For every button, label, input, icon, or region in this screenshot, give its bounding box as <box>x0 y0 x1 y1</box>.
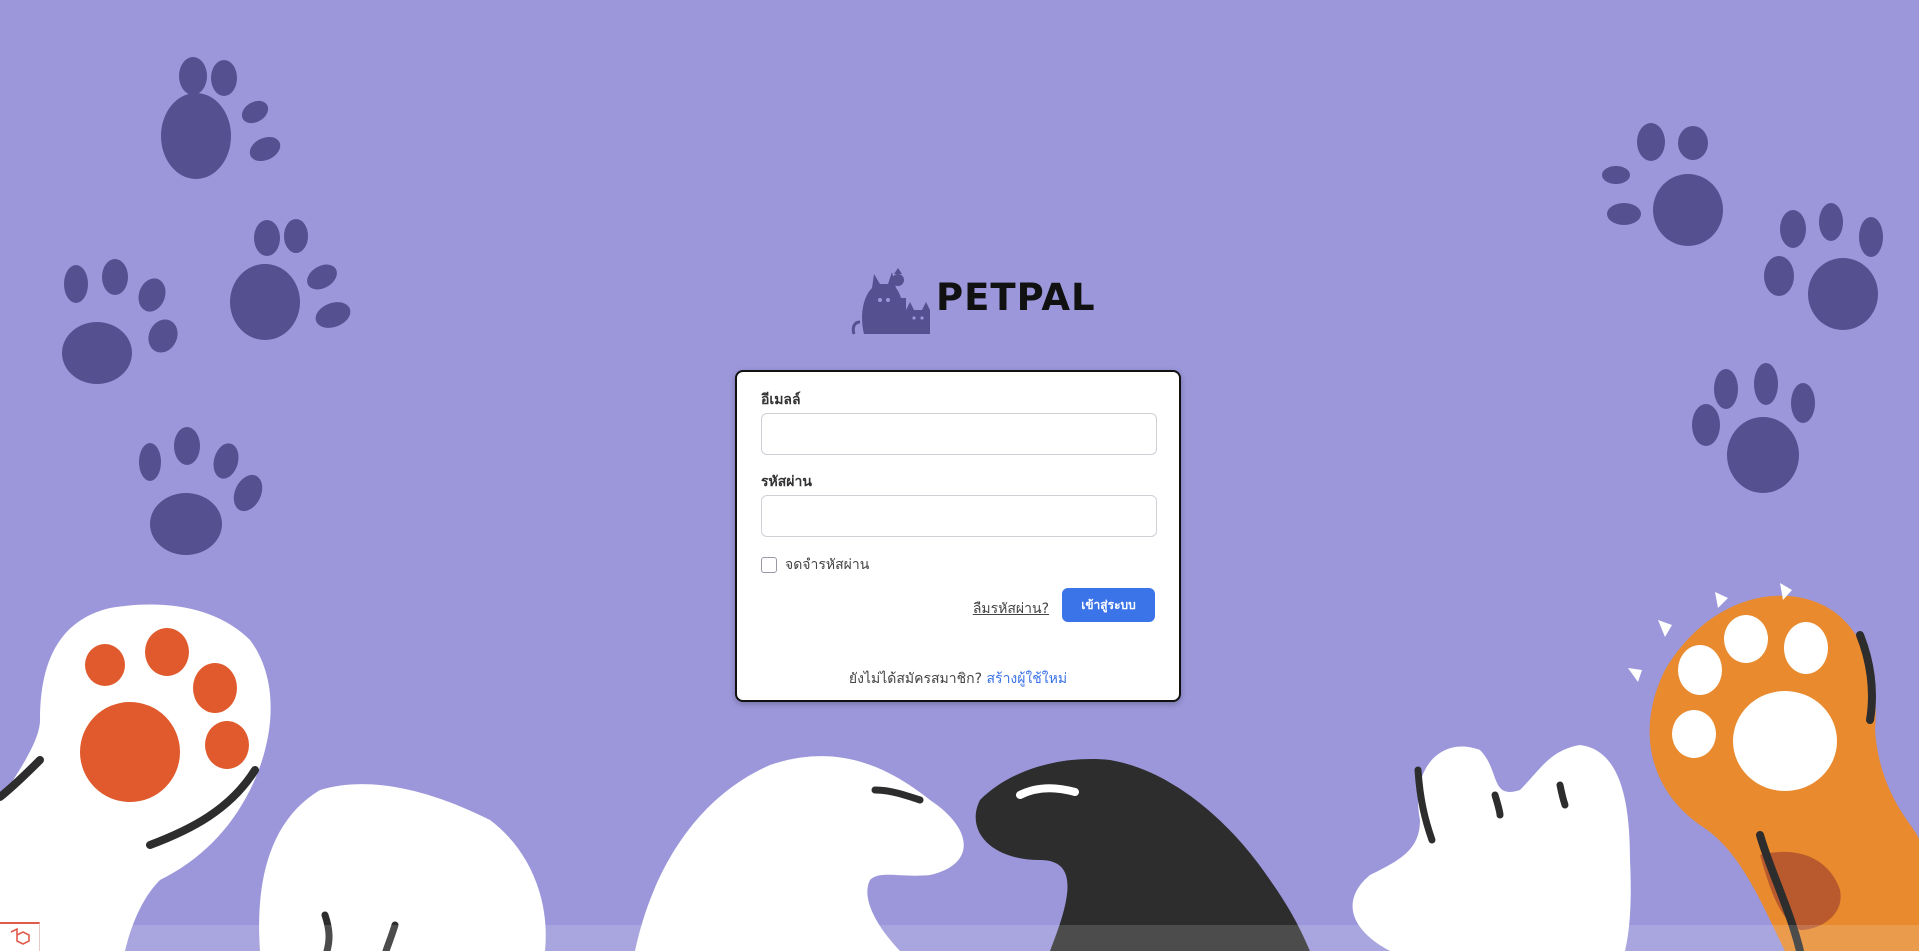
login-card: อีเมลล์ รหัสผ่าน จดจำรหัสผ่าน ลืมรหัสผ่า… <box>735 370 1181 702</box>
paw-print-icon <box>1602 123 1723 246</box>
pets-logo-icon <box>851 268 930 335</box>
paw-print-icon <box>62 259 178 384</box>
email-label: อีเมลล์ <box>761 392 801 408</box>
signup-prompt: ยังไม่ได้สมัครสมาชิก? สร้างผู้ใช้ใหม่ <box>737 668 1179 690</box>
login-page: PETPAL อีเมลล์ รหัสผ่าน จดจำรหัสผ่าน ลืม… <box>0 0 1919 951</box>
email-field[interactable] <box>761 413 1157 455</box>
remember-label: จดจำรหัสผ่าน <box>785 557 870 573</box>
cat-paw-illustration <box>975 759 1310 951</box>
cat-paw-illustration <box>635 756 964 951</box>
signup-link[interactable]: สร้างผู้ใช้ใหม่ <box>987 671 1068 687</box>
remember-me[interactable]: จดจำรหัสผ่าน <box>761 554 869 576</box>
cat-paw-illustration <box>1628 583 1919 951</box>
brand-name: PETPAL <box>936 275 1096 319</box>
password-field[interactable] <box>761 495 1157 537</box>
forgot-password-link[interactable]: ลืมรหัสผ่าน? <box>973 598 1049 620</box>
paw-print-icon <box>139 427 263 555</box>
cat-paw-illustration <box>1352 745 1631 951</box>
password-label: รหัสผ่าน <box>761 474 812 490</box>
cat-paw-illustration <box>0 604 271 951</box>
framework-logo-icon <box>10 927 30 945</box>
paw-print-icon <box>1764 203 1883 330</box>
paw-print-icon <box>230 219 351 340</box>
corner-badge[interactable] <box>0 922 40 951</box>
paw-print-icon <box>1692 363 1815 493</box>
signup-prompt-text: ยังไม่ได้สมัครสมาชิก? <box>848 671 983 687</box>
login-button[interactable]: เข้าสู่ระบบ <box>1062 588 1155 622</box>
paw-print-icon <box>161 57 281 179</box>
remember-checkbox[interactable] <box>761 557 777 573</box>
brand-logo: PETPAL <box>850 258 1096 336</box>
